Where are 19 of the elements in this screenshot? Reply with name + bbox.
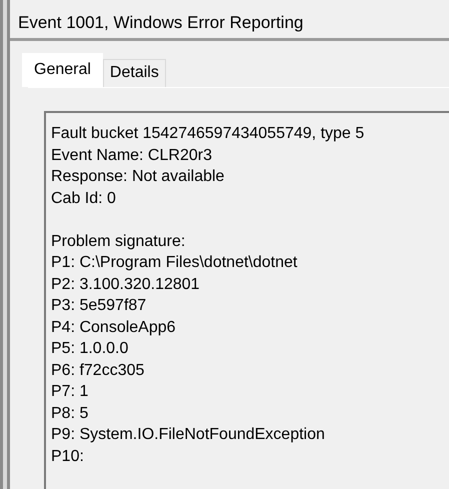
tab[interactable]: General bbox=[22, 53, 103, 87]
description-line: P4: ConsoleApp6 bbox=[51, 318, 177, 338]
description-line: P9: System.IO.FileNotFoundException bbox=[51, 425, 326, 445]
description-line: P3: 5e597f87 bbox=[51, 296, 148, 316]
description-line: P1: C:\Program Files\dotnet\dotnet bbox=[51, 253, 298, 273]
description-line: P7: 1 bbox=[51, 382, 90, 402]
description-line: P10: bbox=[51, 446, 85, 466]
window-title: Event 1001, Windows Error Reporting bbox=[10, 10, 449, 41]
description-line: Event Name: CLR20r3 bbox=[51, 146, 213, 166]
description-line: P5: 1.0.0.0 bbox=[51, 339, 130, 359]
description-box[interactable] bbox=[44, 111, 449, 489]
description-line: P2: 3.100.320.12801 bbox=[51, 274, 201, 294]
description-line: Response: Not available bbox=[51, 167, 226, 187]
description-line: P8: 5 bbox=[51, 404, 90, 424]
tab[interactable]: Details bbox=[102, 59, 166, 87]
description-line: P6: f72cc305 bbox=[51, 360, 146, 380]
description-line: Problem signature: bbox=[51, 232, 186, 252]
description-line: Cab Id: 0 bbox=[51, 188, 117, 208]
description-line: Fault bucket 1542746597434055749, type 5 bbox=[51, 124, 366, 144]
